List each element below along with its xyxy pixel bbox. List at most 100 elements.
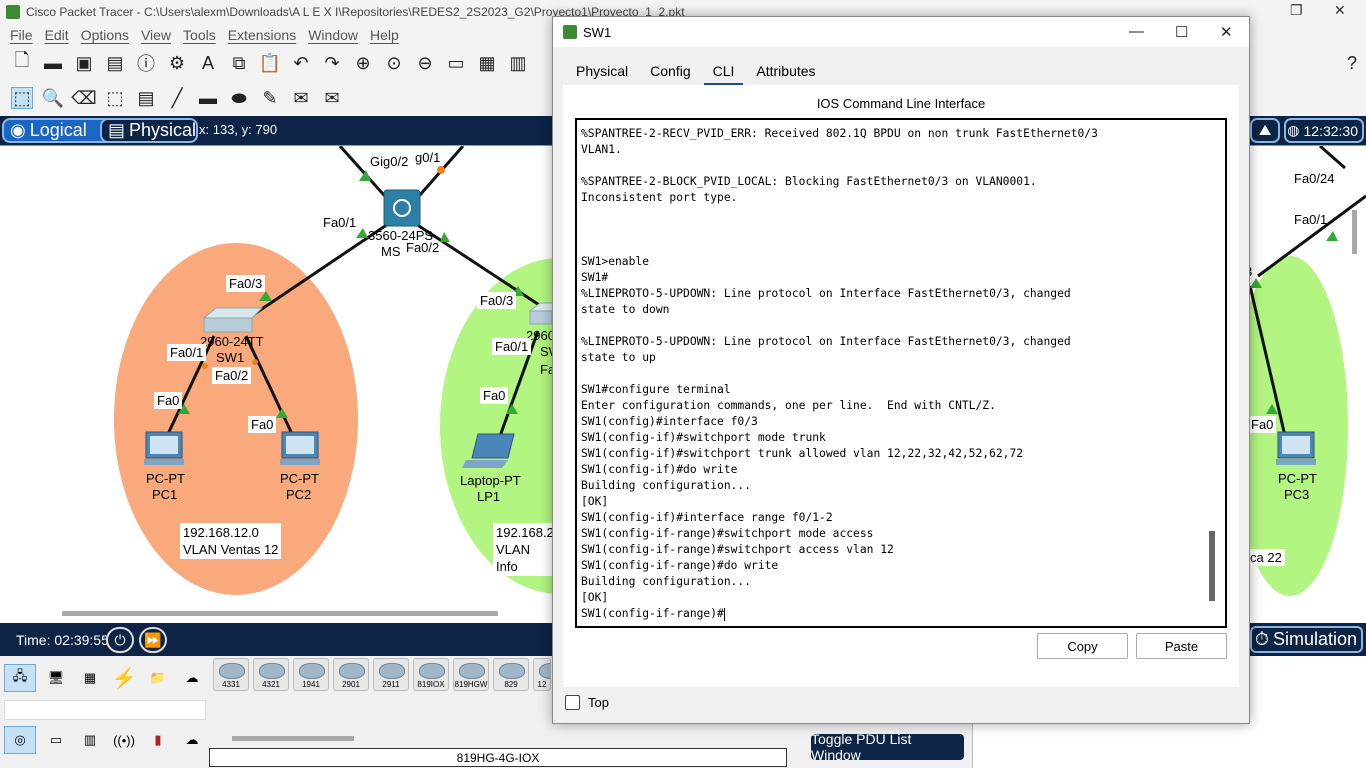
restore-icon[interactable]: ❐ bbox=[1290, 2, 1303, 19]
pc2-icon[interactable] bbox=[280, 431, 320, 465]
info-icon[interactable]: ⓘ bbox=[135, 52, 157, 74]
menu-view[interactable]: View bbox=[139, 27, 173, 43]
drawing-palette-icon[interactable]: ▭ bbox=[445, 52, 467, 74]
viewport-icon[interactable]: ⛰ bbox=[1250, 118, 1280, 143]
wan-emulation-subcategory-icon[interactable]: ☁ bbox=[176, 726, 208, 754]
cli-line: SW1(config-if)#switchport trunk allowed … bbox=[581, 447, 1024, 460]
device-tile[interactable]: 819HGW bbox=[453, 658, 489, 691]
multiuser-category-icon[interactable]: ☁ bbox=[176, 664, 208, 692]
tab-physical[interactable]: Physical bbox=[565, 57, 639, 85]
zoom-reset-icon[interactable]: ⊙ bbox=[383, 52, 405, 74]
connections-category-icon[interactable]: ⚡ bbox=[108, 664, 140, 692]
top-checkbox-row[interactable]: Top bbox=[565, 695, 609, 710]
device-model-label: PC-PT bbox=[146, 471, 185, 486]
power-cycle-icon[interactable]: ⏻ bbox=[106, 627, 134, 653]
paste-icon[interactable]: 📋 bbox=[259, 52, 281, 74]
freeform-icon[interactable]: ✎ bbox=[259, 87, 281, 109]
toggle-pdu-list-button[interactable]: Toggle PDU List Window bbox=[811, 731, 964, 763]
save-icon[interactable]: ▣ bbox=[73, 52, 95, 74]
close-icon[interactable]: ✕ bbox=[1334, 2, 1346, 19]
tab-cli[interactable]: CLI bbox=[702, 57, 746, 86]
cli-line: SW1(config-if-range)#switchport access v… bbox=[581, 543, 894, 556]
custom-device-icon[interactable]: ▦ bbox=[476, 52, 498, 74]
zoom-in-icon[interactable]: ⊕ bbox=[352, 52, 374, 74]
device-list-hscroll[interactable] bbox=[232, 736, 354, 741]
copy-button[interactable]: Copy bbox=[1037, 633, 1128, 659]
menu-extensions[interactable]: Extensions bbox=[226, 27, 298, 43]
cli-line bbox=[581, 206, 1201, 222]
device-tile[interactable]: 12 bbox=[533, 658, 551, 691]
cli-output: %SPANTREE-2-RECV_PVID_ERR: Received 802.… bbox=[581, 126, 1201, 622]
open-folder-icon[interactable]: ▬ bbox=[42, 52, 64, 74]
draw-line-icon[interactable]: ╱ bbox=[166, 87, 188, 109]
network-info-icon[interactable]: ⚙ bbox=[166, 52, 188, 74]
menu-window[interactable]: Window bbox=[306, 27, 360, 43]
simulation-label: Simulation bbox=[1272, 629, 1357, 649]
components-category-icon[interactable]: ▦ bbox=[74, 664, 106, 692]
device-tile[interactable]: 4321 bbox=[253, 658, 289, 691]
complex-pdu-icon[interactable]: ✉ bbox=[321, 87, 343, 109]
cli-scrollbar[interactable] bbox=[1209, 531, 1215, 601]
resize-icon[interactable]: ⬚ bbox=[104, 87, 126, 109]
physical-tab[interactable]: ▤ Physical bbox=[100, 118, 198, 143]
print-icon[interactable]: ▤ bbox=[104, 52, 126, 74]
wireless-subcategory-icon[interactable]: ((•)) bbox=[108, 726, 140, 754]
select-icon[interactable]: ⬚ bbox=[11, 87, 33, 109]
end-devices-category-icon[interactable]: 🖥 bbox=[40, 664, 72, 692]
new-file-icon[interactable]: 🗋 bbox=[11, 50, 33, 74]
clock-button[interactable]: ◍ 12:32:30 bbox=[1284, 118, 1364, 143]
redo-icon[interactable]: ↷ bbox=[321, 52, 343, 74]
inspect-icon[interactable]: 🔍 bbox=[42, 87, 64, 109]
draw-rectangle-icon[interactable]: ▬ bbox=[197, 87, 219, 109]
menu-tools[interactable]: Tools bbox=[181, 27, 218, 43]
device-tile[interactable]: 2911 bbox=[373, 658, 409, 691]
tab-attributes[interactable]: Attributes bbox=[745, 57, 826, 85]
menu-help[interactable]: Help bbox=[368, 27, 401, 43]
cli-terminal[interactable]: %SPANTREE-2-RECV_PVID_ERR: Received 802.… bbox=[575, 118, 1227, 628]
activity-wizard-icon[interactable]: A bbox=[197, 52, 219, 74]
hubs-subcategory-icon[interactable]: ▥ bbox=[74, 726, 106, 754]
device-tile[interactable]: 1941 bbox=[293, 658, 329, 691]
menu-edit[interactable]: Edit bbox=[43, 27, 71, 43]
misc-category-icon[interactable]: 📁 bbox=[142, 664, 174, 692]
simple-pdu-icon[interactable]: ✉ bbox=[290, 87, 312, 109]
menu-options[interactable]: Options bbox=[79, 27, 131, 43]
security-subcategory-icon[interactable]: ▮ bbox=[142, 726, 174, 754]
workspace-hscroll[interactable] bbox=[62, 611, 498, 616]
multilayer-switch-icon[interactable] bbox=[383, 189, 421, 227]
dialog-titlebar: SW1 — ☐ ✕ bbox=[553, 17, 1249, 47]
zoom-out-icon[interactable]: ⊖ bbox=[414, 52, 436, 74]
device-tile[interactable]: 829 bbox=[493, 658, 529, 691]
network-devices-category-icon[interactable]: 🖧 bbox=[4, 664, 36, 692]
minimize-icon[interactable]: — bbox=[1129, 23, 1144, 40]
routers-subcategory-icon[interactable]: ◎ bbox=[4, 726, 36, 754]
undo-icon[interactable]: ↶ bbox=[290, 52, 312, 74]
tab-config[interactable]: Config bbox=[639, 57, 701, 85]
pc1-icon[interactable] bbox=[144, 431, 184, 465]
draw-ellipse-icon[interactable]: ⬬ bbox=[228, 87, 250, 109]
pc3-icon[interactable] bbox=[1276, 431, 1316, 465]
help-question-icon[interactable]: ? bbox=[1341, 52, 1363, 74]
cli-line: %SPANTREE-2-RECV_PVID_ERR: Received 802.… bbox=[581, 127, 1098, 140]
device-model-label: PC-PT bbox=[1278, 471, 1317, 486]
cli-line: SW1(config-if)#interface range f0/1-2 bbox=[581, 511, 833, 524]
close-icon[interactable]: ✕ bbox=[1220, 23, 1233, 41]
top-checkbox[interactable] bbox=[565, 695, 580, 710]
device-tile[interactable]: 4331 bbox=[213, 658, 249, 691]
simulation-mode-button[interactable]: ⏱ Simulation bbox=[1250, 626, 1363, 653]
switches-subcategory-icon[interactable]: ▭ bbox=[40, 726, 72, 754]
menu-file[interactable]: File bbox=[8, 27, 35, 43]
port-label: Fa0/1 bbox=[1294, 212, 1328, 227]
fast-forward-icon[interactable]: ⏩ bbox=[139, 627, 167, 653]
delete-icon[interactable]: ⌫ bbox=[71, 87, 96, 109]
port-blocked-indicator bbox=[437, 166, 445, 174]
cli-line: SW1(config-if-range)#do write bbox=[581, 559, 779, 572]
notes-icon[interactable]: ▥ bbox=[507, 52, 529, 74]
paste-button[interactable]: Paste bbox=[1136, 633, 1227, 659]
place-note-icon[interactable]: ▤ bbox=[135, 87, 157, 109]
device-tile[interactable]: 2901 bbox=[333, 658, 369, 691]
copy-icon[interactable]: ⧉ bbox=[228, 52, 250, 74]
maximize-icon[interactable]: ☐ bbox=[1175, 23, 1188, 41]
workspace-vscroll[interactable] bbox=[1352, 210, 1357, 254]
device-tile[interactable]: 819IOX bbox=[413, 658, 449, 691]
